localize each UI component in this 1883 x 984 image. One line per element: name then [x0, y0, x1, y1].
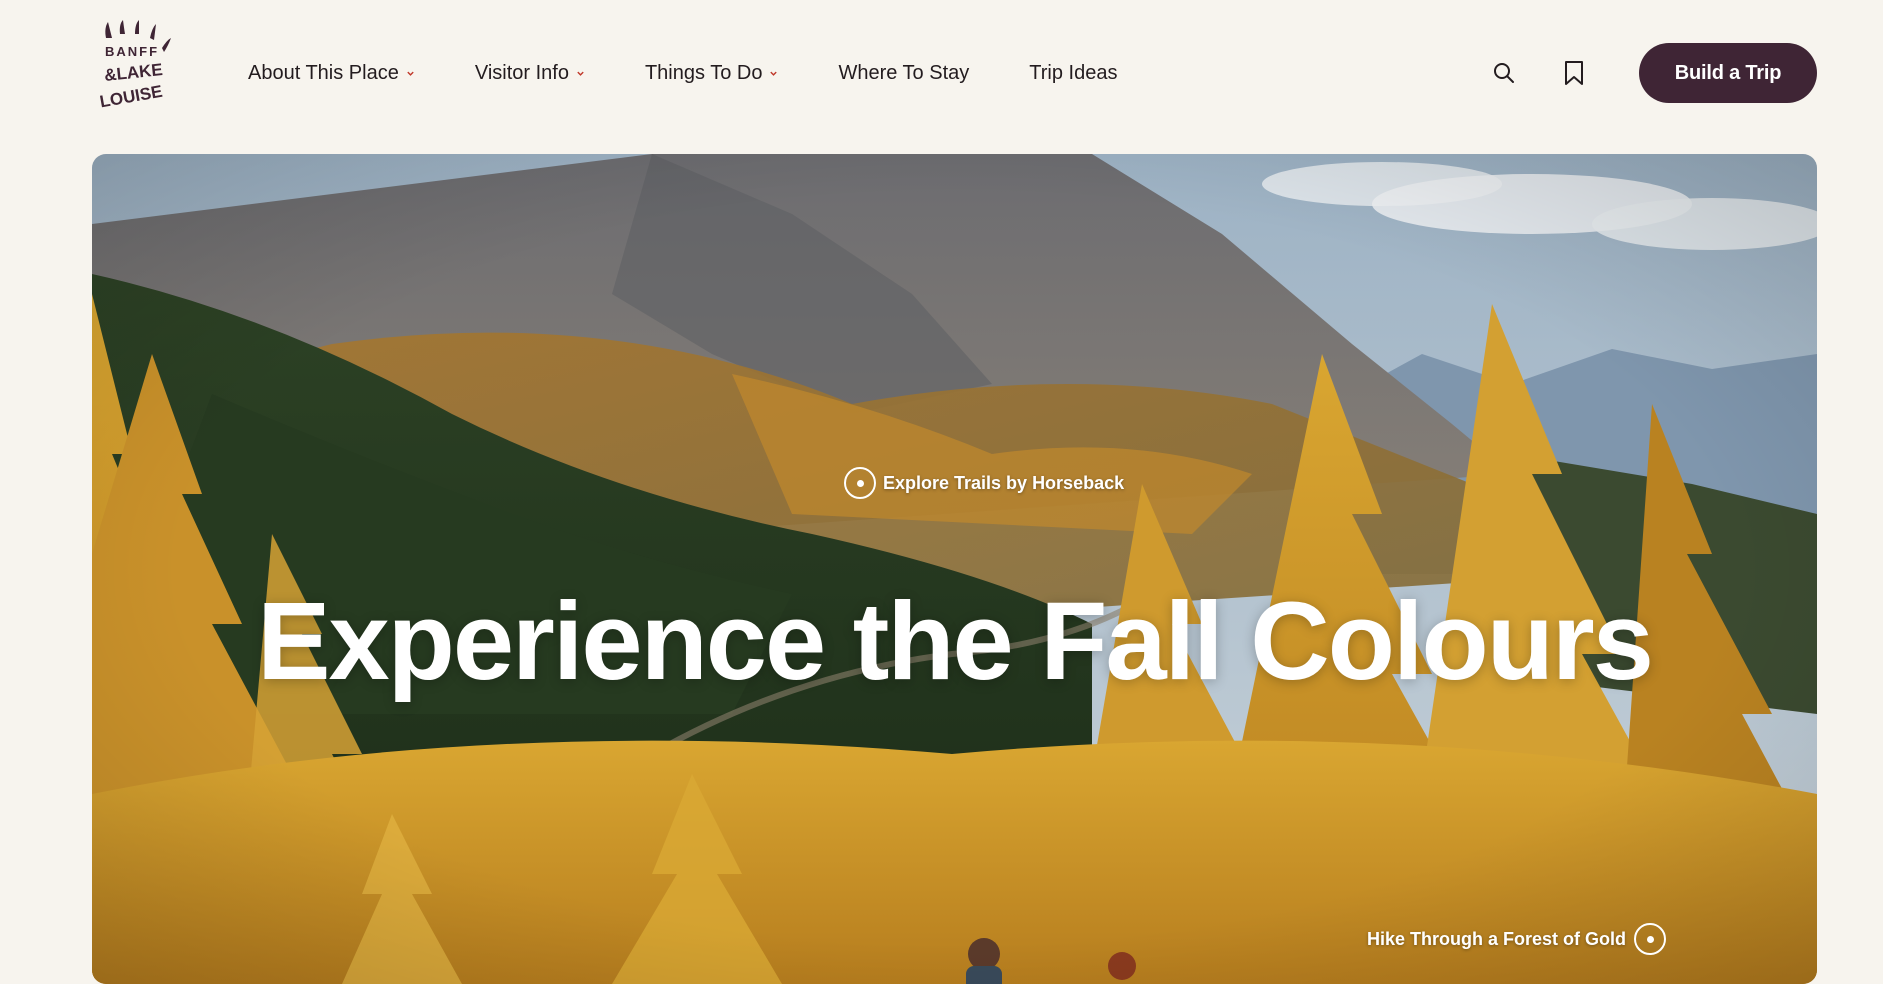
hotspot-target-icon	[1634, 923, 1667, 955]
hero-banner: Explore Trails by Horseback Experience t…	[92, 154, 1817, 984]
svg-text:&LAKE: &LAKE	[103, 60, 163, 85]
hotspot-hike-through-a-forest-of-gold[interactable]: Hike Through a Forest of Gold	[1367, 923, 1667, 955]
hotspot-target-icon	[844, 467, 876, 499]
bookmarks-button[interactable]	[1557, 56, 1591, 90]
main-navigation: About This Place Visitor Info Things To …	[248, 56, 1117, 90]
bear-paw-logo-icon: BANFF &LAKE LOUISE	[98, 20, 171, 111]
hotspot-label: Hike Through a Forest of Gold	[1367, 928, 1627, 949]
hero-landscape-image	[92, 154, 1817, 984]
hero-title: Experience the Fall Colours	[257, 580, 1654, 703]
hotspot-explore-trails-by-horseback[interactable]: Explore Trails by Horseback	[844, 467, 1124, 499]
nav-item-label: Where To Stay	[838, 61, 970, 84]
bookmark-icon	[1565, 61, 1583, 85]
chevron-down-icon	[407, 71, 414, 76]
chevron-down-icon	[577, 71, 584, 76]
header-actions: Build a Trip	[1487, 43, 1817, 103]
hotspot-label: Explore Trails by Horseback	[883, 472, 1125, 493]
nav-item-trip-ideas[interactable]: Trip Ideas	[1029, 62, 1117, 85]
banff-lake-louise-logo[interactable]: BANFF &LAKE LOUISE	[92, 20, 172, 120]
nav-item-visitor-info[interactable]: Visitor Info	[475, 62, 585, 85]
nav-item-where-to-stay[interactable]: Where To Stay	[838, 62, 969, 85]
nav-item-label: Things To Do	[644, 61, 763, 84]
nav-item-about-this-place[interactable]: About This Place	[248, 62, 415, 85]
site-header: BANFF &LAKE LOUISE About This Place Visi…	[0, 0, 1883, 154]
search-icon	[1494, 63, 1514, 83]
svg-text:BANFF: BANFF	[105, 44, 159, 59]
nav-item-things-to-do[interactable]: Things To Do	[645, 62, 778, 85]
nav-item-label: About This Place	[248, 61, 399, 84]
nav-item-label: Visitor Info	[474, 61, 569, 84]
build-a-trip-button[interactable]: Build a Trip	[1639, 43, 1817, 103]
search-button[interactable]	[1487, 56, 1521, 90]
nav-item-label: Trip Ideas	[1029, 61, 1118, 84]
chevron-down-icon	[770, 71, 778, 76]
